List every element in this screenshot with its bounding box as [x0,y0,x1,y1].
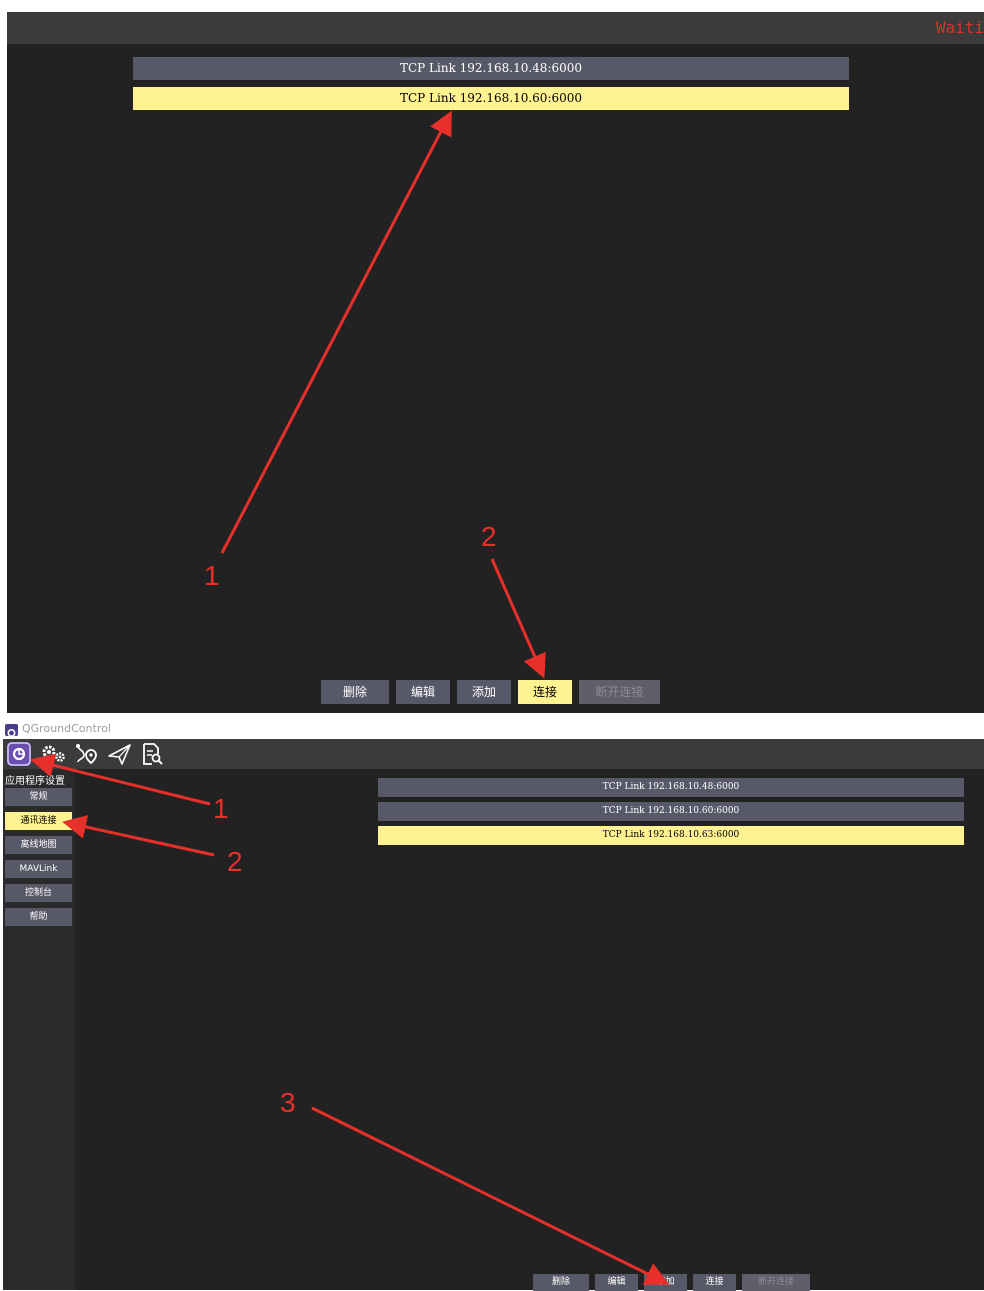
link-row-1[interactable]: TCP Link 192.168.10.48:6000 [133,57,849,80]
add-button[interactable]: 添加 [457,680,511,704]
gears-icon[interactable] [41,742,67,766]
window-titlebar: QGroundControl [3,721,984,739]
sidebar-item-mavlink[interactable]: MAVLink [5,860,72,878]
link-row-2[interactable]: TCP Link 192.168.10.60:6000 [378,802,964,821]
connection-status-text: Waiti [935,18,984,37]
delete-button[interactable]: 删除 [533,1274,589,1291]
delete-button[interactable]: 删除 [321,680,389,704]
qgc-logo-icon[interactable] [7,742,31,766]
disconnect-button[interactable]: 断开连接 [579,680,660,704]
edit-button[interactable]: 编辑 [595,1274,638,1291]
connect-button[interactable]: 连接 [518,680,572,704]
analyze-document-icon[interactable] [140,742,166,766]
plan-route-icon[interactable] [74,742,100,766]
app-toolbar [3,739,984,769]
sidebar-item-console[interactable]: 控制台 [5,884,72,902]
qgroundcontrol-window: QGroundControl 应用程序设置 常规 通讯连接 离线地图 MAVLi… [3,721,984,1291]
link-row-3-selected[interactable]: TCP Link 192.168.10.63:6000 [378,826,964,845]
top-comm-links-panel: Waiti TCP Link 192.168.10.48:6000 TCP Li… [7,12,984,713]
top-toolbar: Waiti [7,12,984,44]
sidebar-item-offline-maps[interactable]: 离线地图 [5,836,72,854]
sidebar-item-comm-links[interactable]: 通讯连接 [5,812,72,830]
sidebar-item-general[interactable]: 常规 [5,788,72,806]
qgc-app-icon [5,724,18,738]
connect-button[interactable]: 连接 [693,1274,736,1291]
link-row-1[interactable]: TCP Link 192.168.10.48:6000 [378,778,964,797]
disconnect-button[interactable]: 断开连接 [742,1274,810,1291]
add-button[interactable]: 添加 [644,1274,687,1291]
fly-paper-plane-icon[interactable] [107,742,133,766]
window-title: QGroundControl [22,722,111,735]
sidebar-title: 应用程序设置 [5,776,65,787]
sidebar-item-help[interactable]: 帮助 [5,908,72,926]
link-row-2-selected[interactable]: TCP Link 192.168.10.60:6000 [133,87,849,110]
settings-sidebar: 应用程序设置 常规 通讯连接 离线地图 MAVLink 控制台 帮助 [3,769,75,1290]
edit-button[interactable]: 编辑 [396,680,450,704]
